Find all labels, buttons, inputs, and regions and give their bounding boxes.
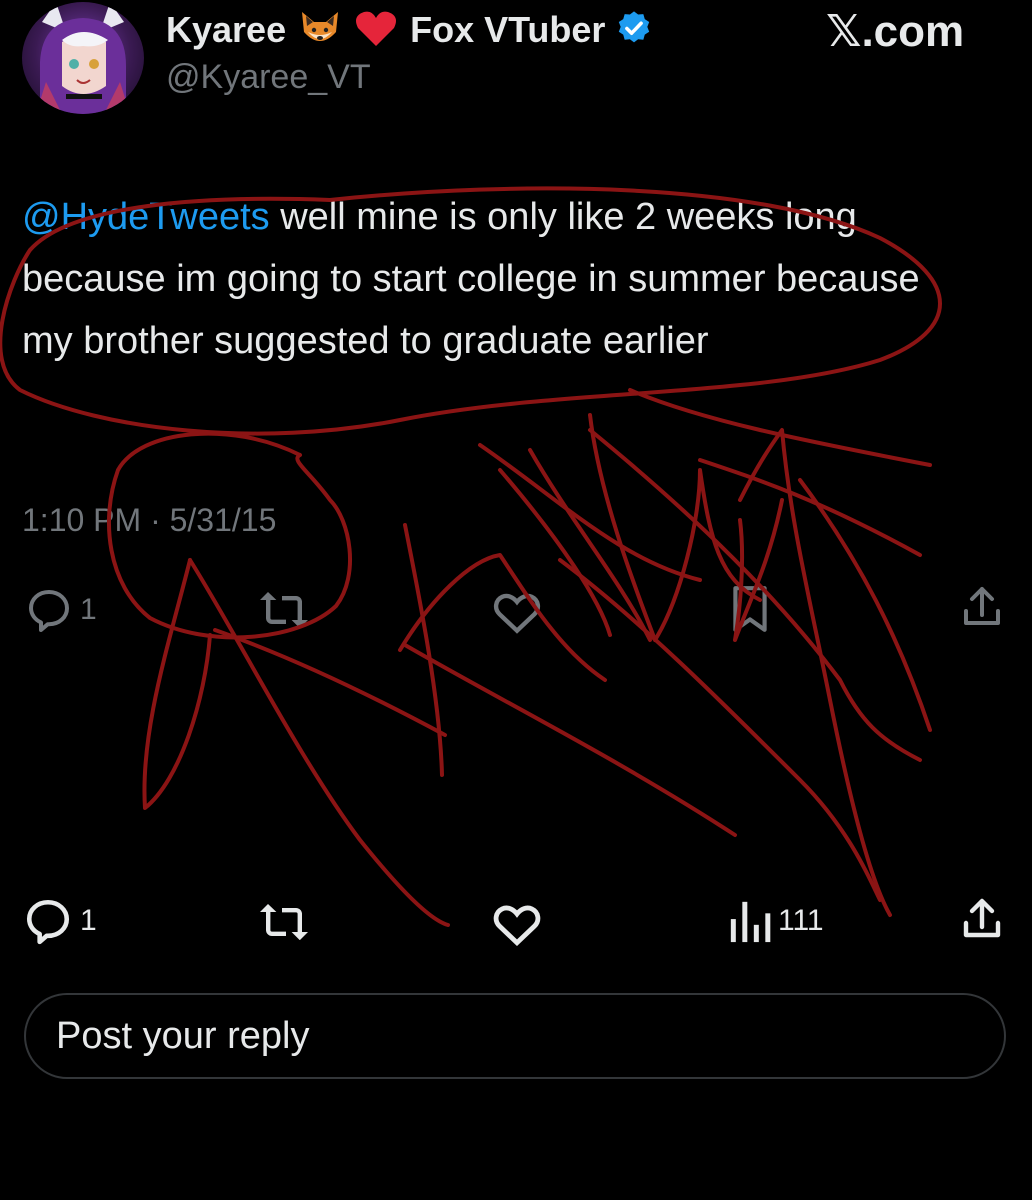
tweet-actions-faded: 1	[0, 580, 1032, 640]
author-name-row[interactable]: Kyaree Fox VTuber	[166, 8, 653, 52]
like-button[interactable]	[490, 586, 544, 634]
tweet-actions: 1 111	[0, 892, 1032, 952]
mention-link[interactable]: @HydeTweets	[22, 196, 270, 238]
avatar[interactable]	[22, 2, 144, 114]
like-icon	[493, 905, 541, 946]
avatar-image	[36, 2, 130, 114]
retweet-icon	[260, 592, 308, 628]
share-button[interactable]	[958, 582, 1006, 632]
fox-face-icon	[298, 8, 342, 53]
reply-count: 1	[80, 593, 97, 626]
reply-placeholder: Post your reply	[56, 1015, 310, 1057]
like-icon	[493, 593, 541, 634]
verified-badge-icon[interactable]	[615, 9, 653, 52]
bookmark-icon	[733, 586, 767, 632]
reply-count: 1	[80, 904, 97, 937]
retweet-icon	[260, 904, 308, 940]
author-handle[interactable]: @Kyaree_VT	[166, 58, 371, 97]
x-logo: 𝕏.com	[826, 7, 965, 56]
reply-input[interactable]: Post your reply	[24, 993, 1006, 1079]
tweet-text: @HydeTweets well mine is only like 2 wee…	[22, 186, 972, 372]
views-count: 111	[778, 904, 824, 937]
bookmark-button[interactable]	[728, 584, 772, 634]
like-button[interactable]	[490, 898, 544, 946]
reply-icon	[29, 590, 69, 632]
views-icon	[730, 901, 771, 943]
share-button[interactable]	[958, 894, 1006, 944]
share-icon	[963, 898, 1001, 938]
share-icon	[964, 587, 1000, 625]
reply-button[interactable]: 1	[24, 586, 97, 634]
retweet-button[interactable]	[256, 898, 312, 946]
reply-icon	[26, 899, 70, 945]
views-button[interactable]: 111	[728, 898, 824, 944]
display-name-suffix[interactable]: Fox VTuber	[410, 9, 605, 51]
red-heart-icon	[354, 8, 398, 53]
reply-button[interactable]: 1	[22, 896, 97, 946]
tweet-timestamp[interactable]: 1:10 PM · 5/31/15	[22, 502, 276, 539]
display-name[interactable]: Kyaree	[166, 9, 286, 51]
retweet-button[interactable]	[256, 586, 312, 634]
